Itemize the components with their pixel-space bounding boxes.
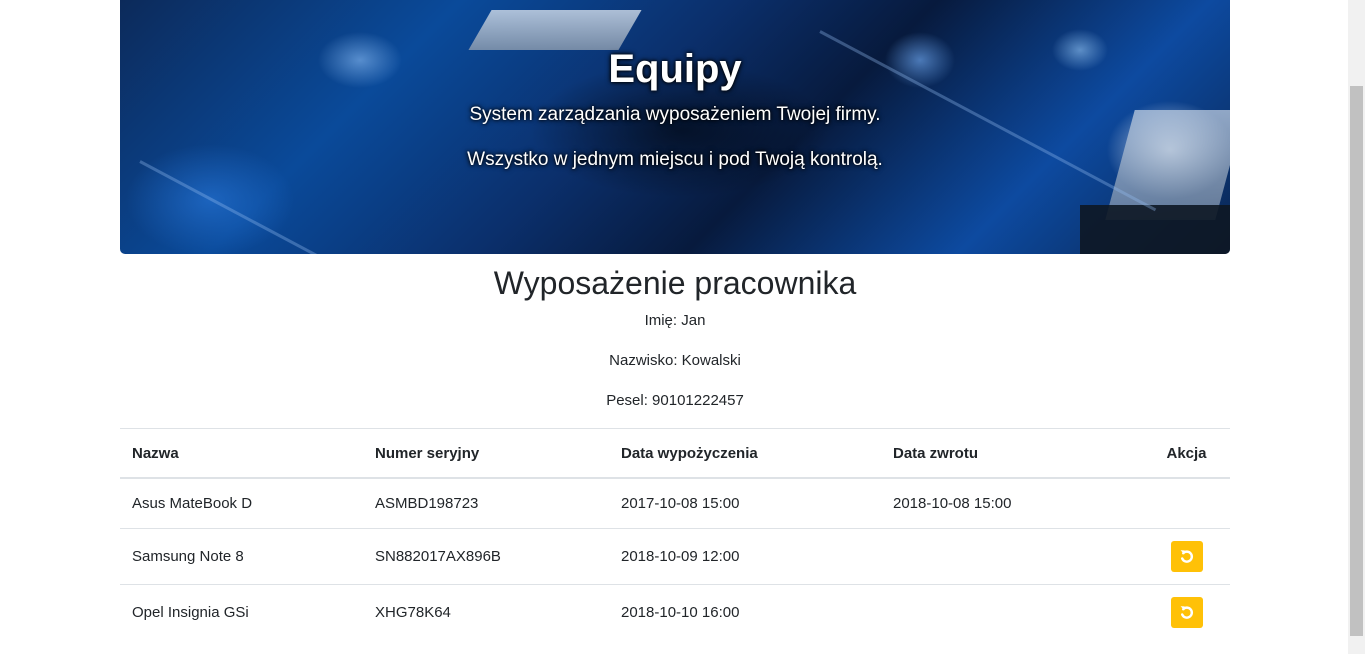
page: Equipy System zarządzania wyposażeniem T…	[0, 0, 1365, 654]
page-title: Wyposażenie pracownika	[493, 265, 857, 301]
column-header-rent-date: Data wypożyczenia	[609, 428, 881, 479]
table-row: Opel Insignia GSi XHG78K64 2018-10-10 16…	[120, 584, 1230, 640]
column-header-action: Akcja	[1143, 428, 1230, 479]
cell-action	[1143, 584, 1230, 640]
table-header-row: Nazwa Numer seryjny Data wypożyczenia Da…	[120, 428, 1230, 479]
undo-icon	[1180, 606, 1193, 619]
column-header-name: Nazwa	[120, 428, 363, 479]
cell-return-date: 2018-10-08 15:00	[881, 477, 1143, 529]
return-equipment-button[interactable]	[1170, 541, 1203, 572]
circuit-trace-decoration	[139, 160, 512, 254]
scrollbar-thumb[interactable]	[1350, 86, 1363, 636]
table-row: Asus MateBook D ASMBD198723 2017-10-08 1…	[120, 477, 1230, 529]
main-container: Equipy System zarządzania wyposażeniem T…	[120, 0, 1230, 640]
table-row: Samsung Note 8 SN882017AX896B 2018-10-09…	[120, 528, 1230, 585]
cell-serial: ASMBD198723	[363, 477, 609, 529]
vertical-scrollbar[interactable]	[1348, 0, 1365, 654]
cell-rent-date: 2017-10-08 15:00	[609, 477, 881, 529]
hero-tagline: System zarządzania wyposażeniem Twojej f…	[469, 104, 881, 125]
employee-pesel: Pesel: 90101222457	[606, 392, 744, 409]
hero-subtagline: Wszystko w jednym miejscu i pod Twoją ko…	[467, 149, 883, 170]
column-header-return-date: Data zwrotu	[881, 428, 1143, 479]
cell-name: Asus MateBook D	[120, 477, 363, 529]
cell-action	[1143, 528, 1230, 585]
undo-icon	[1180, 550, 1193, 563]
equipment-table: Nazwa Numer seryjny Data wypożyczenia Da…	[120, 428, 1230, 640]
app-title: Equipy	[608, 47, 742, 91]
cell-return-date	[881, 528, 1143, 585]
column-header-serial: Numer seryjny	[363, 428, 609, 479]
circuit-block-decoration	[1080, 205, 1230, 254]
cell-rent-date: 2018-10-10 16:00	[609, 584, 881, 640]
return-equipment-button[interactable]	[1170, 597, 1203, 628]
employee-first-name: Imię: Jan	[644, 312, 706, 329]
cell-name: Opel Insignia GSi	[120, 584, 363, 640]
cell-name: Samsung Note 8	[120, 528, 363, 585]
hero-banner: Equipy System zarządzania wyposażeniem T…	[120, 0, 1230, 254]
employee-last-name: Nazwisko: Kowalski	[609, 352, 741, 369]
cell-action	[1143, 477, 1230, 529]
cell-serial: XHG78K64	[363, 584, 609, 640]
cell-return-date	[881, 584, 1143, 640]
cell-rent-date: 2018-10-09 12:00	[609, 528, 881, 585]
cell-serial: SN882017AX896B	[363, 528, 609, 585]
